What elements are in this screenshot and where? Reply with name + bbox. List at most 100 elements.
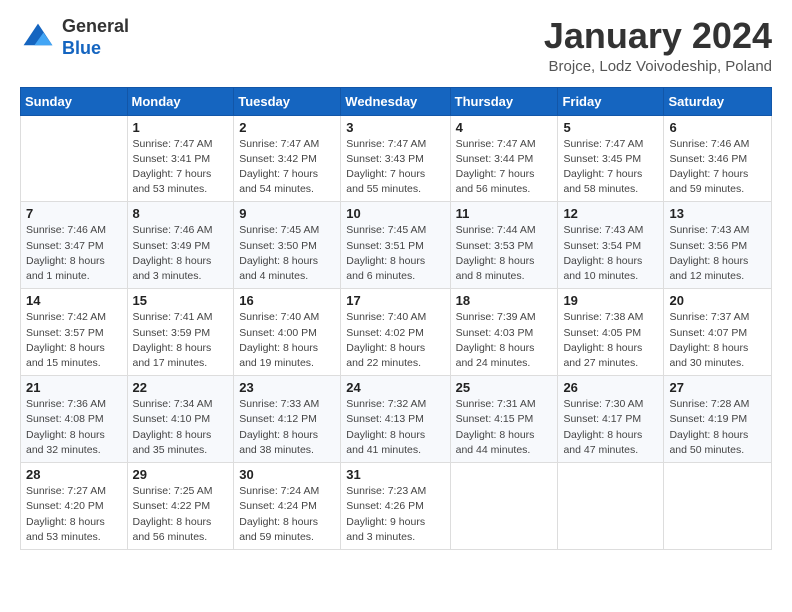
calendar-cell: 31Sunrise: 7:23 AM Sunset: 4:26 PM Dayli…	[341, 463, 450, 550]
calendar-cell	[21, 115, 128, 202]
weekday-header-thursday: Thursday	[450, 87, 558, 115]
weekday-header-monday: Monday	[127, 87, 234, 115]
day-number: 16	[239, 293, 335, 308]
day-number: 23	[239, 380, 335, 395]
calendar-cell: 9 Sunrise: 7:45 AM Sunset: 3:50 PM Daylig…	[234, 202, 341, 289]
day-number: 8	[133, 206, 229, 221]
day-info: Sunrise: 7:31 AM Sunset: 4:15 PM Dayligh…	[456, 397, 553, 458]
day-info: Sunrise: 7:47 AM Sunset: 3:44 PM Dayligh…	[456, 137, 553, 198]
day-number: 18	[456, 293, 553, 308]
location: Brojce, Lodz Voivodeship, Poland	[544, 58, 772, 75]
day-info: Sunrise: 7:45 AM Sunset: 3:50 PM Dayligh…	[239, 223, 335, 284]
day-number: 28	[26, 467, 122, 482]
day-number: 17	[346, 293, 444, 308]
day-number: 9	[239, 206, 335, 221]
calendar-cell: 2 Sunrise: 7:47 AM Sunset: 3:42 PM Daylig…	[234, 115, 341, 202]
weekday-header-saturday: Saturday	[664, 87, 772, 115]
calendar-cell: 18 Sunrise: 7:39 AM Sunset: 4:03 PM Dayli…	[450, 289, 558, 376]
day-number: 26	[563, 380, 658, 395]
day-number: 1	[133, 120, 229, 135]
day-number: 10	[346, 206, 444, 221]
day-number: 4	[456, 120, 553, 135]
day-info: Sunrise: 7:38 AM Sunset: 4:05 PM Dayligh…	[563, 310, 658, 371]
weekday-header-tuesday: Tuesday	[234, 87, 341, 115]
day-info: Sunrise: 7:30 AM Sunset: 4:17 PM Dayligh…	[563, 397, 658, 458]
title-block: January 2024 Brojce, Lodz Voivodeship, P…	[544, 16, 772, 75]
day-info: Sunrise: 7:32 AM Sunset: 4:13 PM Dayligh…	[346, 397, 444, 458]
day-info: Sunrise: 7:39 AM Sunset: 4:03 PM Dayligh…	[456, 310, 553, 371]
day-info: Sunrise: 7:37 AM Sunset: 4:07 PM Dayligh…	[669, 310, 766, 371]
calendar-cell: 28 Sunrise: 7:27 AM Sunset: 4:20 PM Dayli…	[21, 463, 128, 550]
day-number: 22	[133, 380, 229, 395]
logo-text: General Blue	[62, 16, 129, 59]
calendar-cell: 1 Sunrise: 7:47 AM Sunset: 3:41 PM Daylig…	[127, 115, 234, 202]
day-info: Sunrise: 7:41 AM Sunset: 3:59 PM Dayligh…	[133, 310, 229, 371]
calendar-cell: 24 Sunrise: 7:32 AM Sunset: 4:13 PM Dayli…	[341, 376, 450, 463]
day-number: 20	[669, 293, 766, 308]
day-number: 2	[239, 120, 335, 135]
calendar-cell: 13Sunrise: 7:43 AM Sunset: 3:56 PM Dayli…	[664, 202, 772, 289]
day-number: 25	[456, 380, 553, 395]
calendar-cell: 21Sunrise: 7:36 AM Sunset: 4:08 PM Dayli…	[21, 376, 128, 463]
calendar-cell: 27 Sunrise: 7:28 AM Sunset: 4:19 PM Dayli…	[664, 376, 772, 463]
calendar-cell: 11 Sunrise: 7:44 AM Sunset: 3:53 PM Dayli…	[450, 202, 558, 289]
calendar-cell	[558, 463, 664, 550]
calendar-cell: 6Sunrise: 7:46 AM Sunset: 3:46 PM Daylig…	[664, 115, 772, 202]
day-number: 3	[346, 120, 444, 135]
calendar-cell	[450, 463, 558, 550]
day-info: Sunrise: 7:47 AM Sunset: 3:43 PM Dayligh…	[346, 137, 444, 198]
day-info: Sunrise: 7:46 AM Sunset: 3:47 PM Dayligh…	[26, 223, 122, 284]
weekday-header-wednesday: Wednesday	[341, 87, 450, 115]
calendar-cell: 30 Sunrise: 7:24 AM Sunset: 4:24 PM Dayli…	[234, 463, 341, 550]
day-number: 12	[563, 206, 658, 221]
calendar-cell	[664, 463, 772, 550]
day-number: 5	[563, 120, 658, 135]
day-info: Sunrise: 7:47 AM Sunset: 3:42 PM Dayligh…	[239, 137, 335, 198]
day-number: 29	[133, 467, 229, 482]
day-number: 19	[563, 293, 658, 308]
day-info: Sunrise: 7:43 AM Sunset: 3:54 PM Dayligh…	[563, 223, 658, 284]
day-number: 7	[26, 206, 122, 221]
day-info: Sunrise: 7:36 AM Sunset: 4:08 PM Dayligh…	[26, 397, 122, 458]
day-info: Sunrise: 7:45 AM Sunset: 3:51 PM Dayligh…	[346, 223, 444, 284]
day-info: Sunrise: 7:34 AM Sunset: 4:10 PM Dayligh…	[133, 397, 229, 458]
day-info: Sunrise: 7:47 AM Sunset: 3:41 PM Dayligh…	[133, 137, 229, 198]
page-header: General Blue January 2024 Brojce, Lodz V…	[20, 16, 772, 75]
calendar-cell: 3 Sunrise: 7:47 AM Sunset: 3:43 PM Daylig…	[341, 115, 450, 202]
day-number: 24	[346, 380, 444, 395]
logo-icon	[20, 20, 56, 56]
logo: General Blue	[20, 16, 129, 59]
day-number: 27	[669, 380, 766, 395]
calendar-cell: 19 Sunrise: 7:38 AM Sunset: 4:05 PM Dayli…	[558, 289, 664, 376]
calendar-cell: 20 Sunrise: 7:37 AM Sunset: 4:07 PM Dayli…	[664, 289, 772, 376]
calendar-cell: 22 Sunrise: 7:34 AM Sunset: 4:10 PM Dayli…	[127, 376, 234, 463]
day-number: 6	[669, 120, 766, 135]
week-row-2: 7 Sunrise: 7:46 AM Sunset: 3:47 PM Daylig…	[21, 202, 772, 289]
week-row-5: 28 Sunrise: 7:27 AM Sunset: 4:20 PM Dayli…	[21, 463, 772, 550]
calendar-table: SundayMondayTuesdayWednesdayThursdayFrid…	[20, 87, 772, 550]
day-number: 30	[239, 467, 335, 482]
calendar-body: 1 Sunrise: 7:47 AM Sunset: 3:41 PM Daylig…	[21, 115, 772, 549]
day-number: 15	[133, 293, 229, 308]
weekday-header-row: SundayMondayTuesdayWednesdayThursdayFrid…	[21, 87, 772, 115]
calendar-cell: 23 Sunrise: 7:33 AM Sunset: 4:12 PM Dayli…	[234, 376, 341, 463]
day-info: Sunrise: 7:24 AM Sunset: 4:24 PM Dayligh…	[239, 484, 335, 545]
week-row-3: 14Sunrise: 7:42 AM Sunset: 3:57 PM Dayli…	[21, 289, 772, 376]
calendar-cell: 16Sunrise: 7:40 AM Sunset: 4:00 PM Dayli…	[234, 289, 341, 376]
weekday-header-friday: Friday	[558, 87, 664, 115]
calendar-cell: 17 Sunrise: 7:40 AM Sunset: 4:02 PM Dayli…	[341, 289, 450, 376]
day-info: Sunrise: 7:28 AM Sunset: 4:19 PM Dayligh…	[669, 397, 766, 458]
day-number: 14	[26, 293, 122, 308]
calendar-cell: 10 Sunrise: 7:45 AM Sunset: 3:51 PM Dayli…	[341, 202, 450, 289]
calendar-cell: 12 Sunrise: 7:43 AM Sunset: 3:54 PM Dayli…	[558, 202, 664, 289]
day-number: 31	[346, 467, 444, 482]
day-number: 11	[456, 206, 553, 221]
week-row-1: 1 Sunrise: 7:47 AM Sunset: 3:41 PM Daylig…	[21, 115, 772, 202]
day-info: Sunrise: 7:40 AM Sunset: 4:02 PM Dayligh…	[346, 310, 444, 371]
day-info: Sunrise: 7:33 AM Sunset: 4:12 PM Dayligh…	[239, 397, 335, 458]
day-info: Sunrise: 7:27 AM Sunset: 4:20 PM Dayligh…	[26, 484, 122, 545]
calendar-cell: 4 Sunrise: 7:47 AM Sunset: 3:44 PM Daylig…	[450, 115, 558, 202]
day-info: Sunrise: 7:44 AM Sunset: 3:53 PM Dayligh…	[456, 223, 553, 284]
day-info: Sunrise: 7:25 AM Sunset: 4:22 PM Dayligh…	[133, 484, 229, 545]
month-title: January 2024	[544, 16, 772, 56]
